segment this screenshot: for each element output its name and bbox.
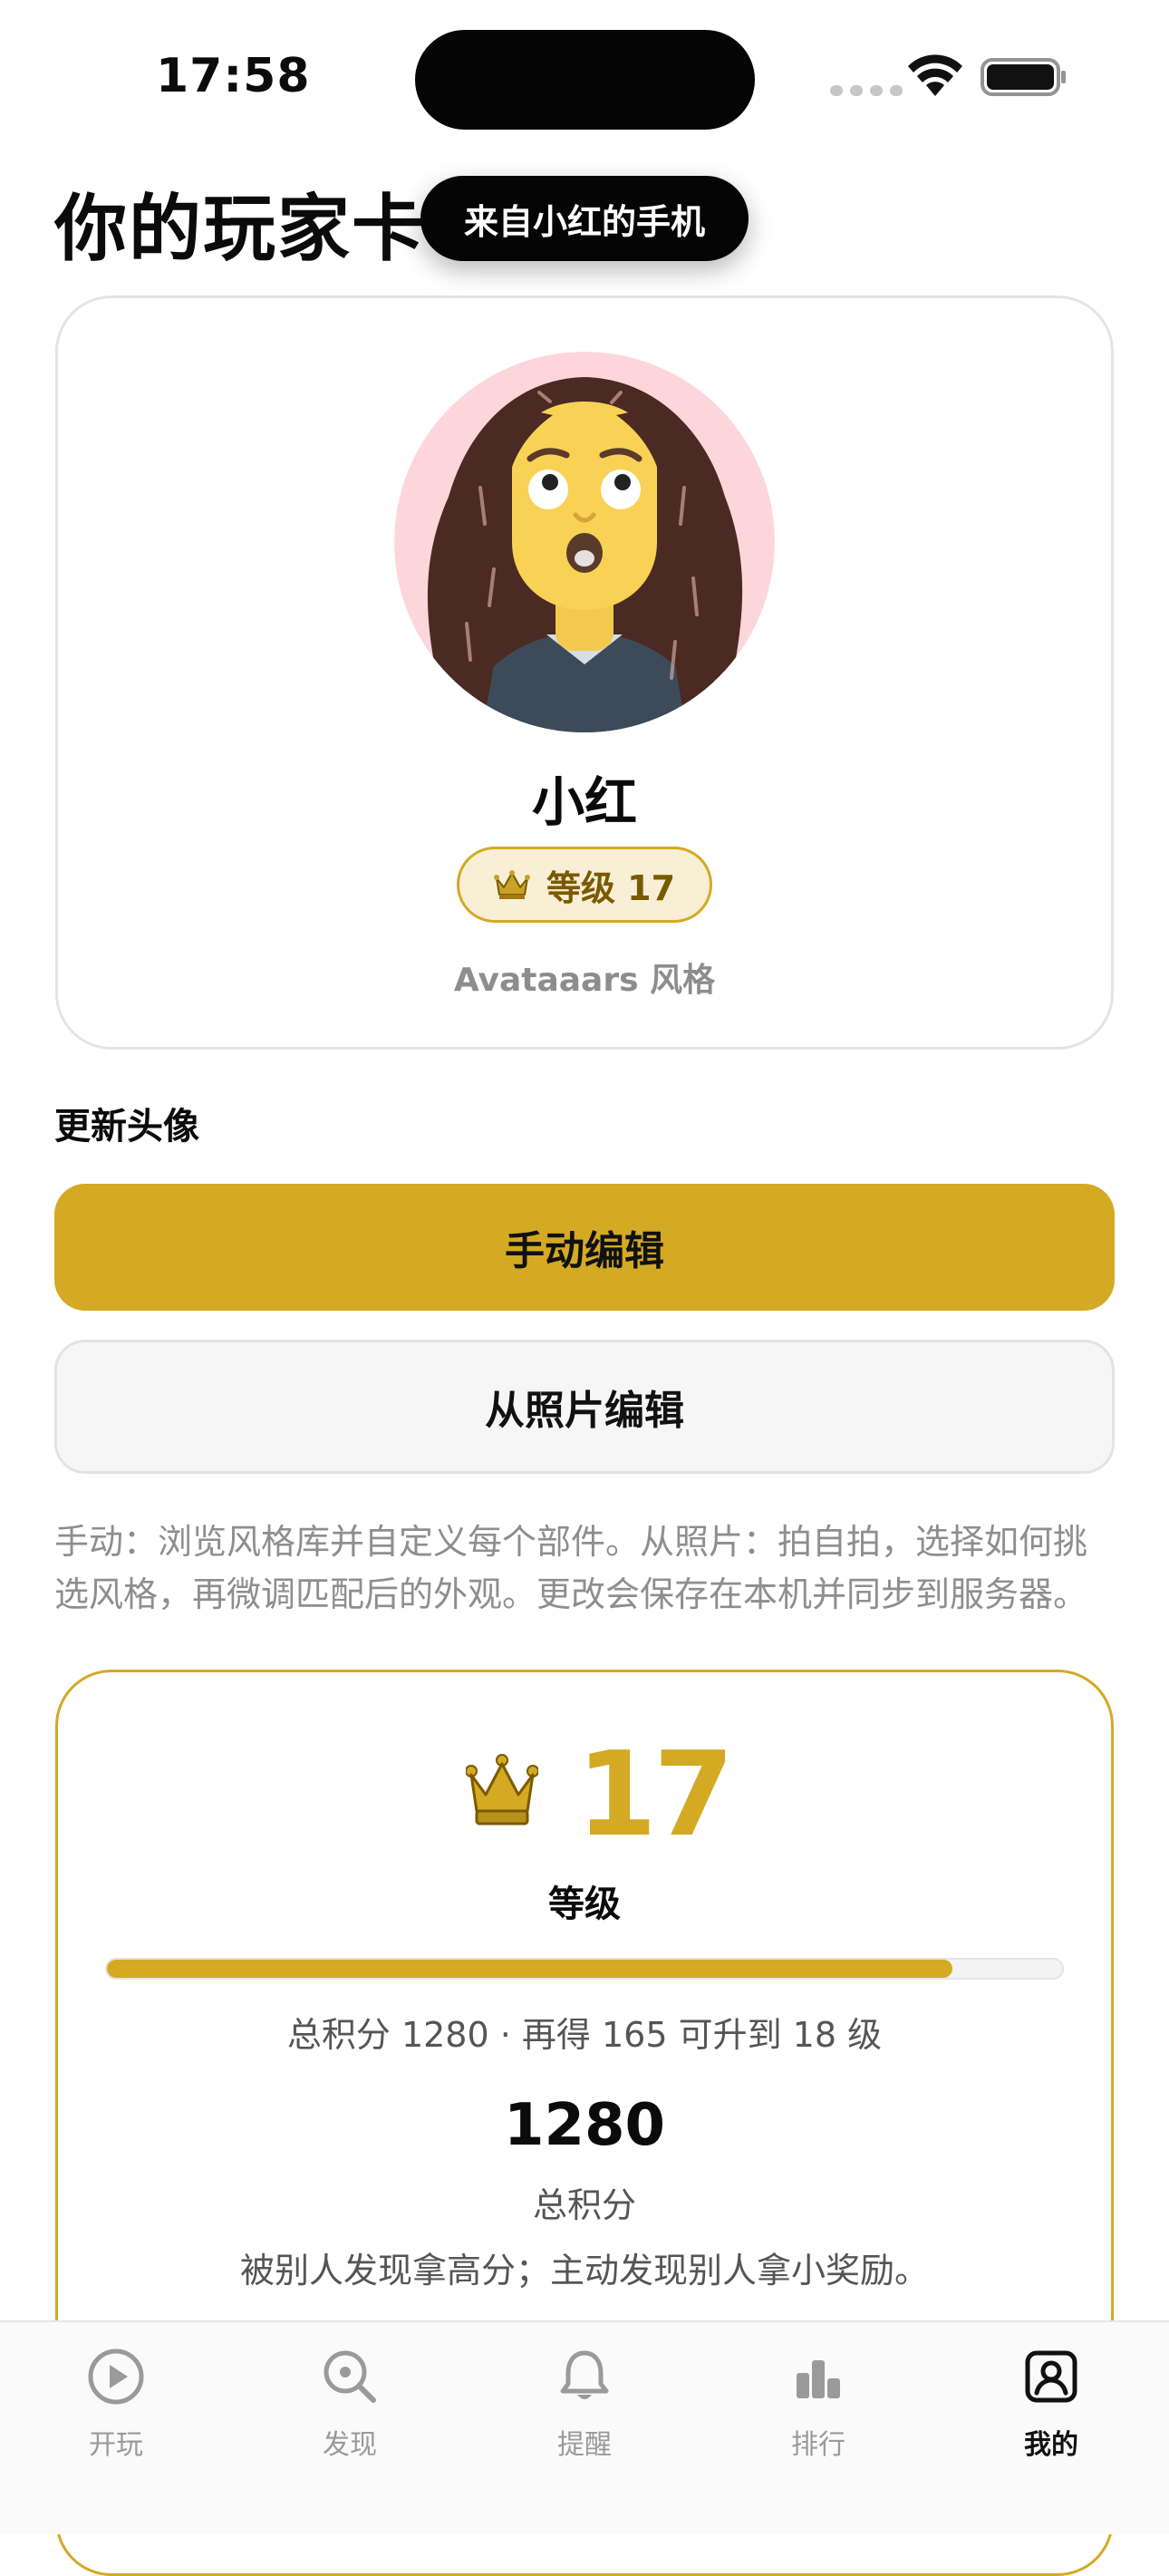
- level-badge: 等级 17: [457, 847, 712, 923]
- dynamic-island: [415, 30, 755, 130]
- tab-me[interactable]: 我的: [970, 2344, 1133, 2462]
- avatar-illustration: [394, 352, 775, 732]
- level-progress-text: 总积分 1280 · 再得 165 可升到 18 级: [286, 2015, 883, 2055]
- level-number: 17: [576, 1728, 734, 1863]
- battery-icon: [981, 58, 1066, 96]
- tab-label: 开玩: [89, 2429, 143, 2461]
- wifi-icon: [908, 54, 962, 96]
- edit-help-text: 手动：浏览风格库并自定义每个部件。从照片：拍自拍，选择如何挑选风格，再微调匹配后…: [54, 1522, 1088, 1614]
- play-circle-icon: [83, 2344, 149, 2409]
- avatar-style-label: Avataaars 风格: [453, 962, 716, 999]
- status-time: 17:58: [156, 49, 311, 103]
- search-icon: [317, 2344, 382, 2409]
- avatar: [394, 352, 775, 732]
- update-avatar-heading: 更新头像: [54, 1106, 199, 1148]
- level-progress-fill: [107, 1960, 952, 1978]
- tab-label: 提醒: [557, 2429, 612, 2461]
- bar-chart-icon: [786, 2344, 851, 2409]
- tab-play[interactable]: 开玩: [34, 2344, 198, 2462]
- total-points-number: 1280: [503, 2092, 666, 2159]
- level-caption: 等级: [548, 1884, 621, 1925]
- tab-ranking[interactable]: 排行: [737, 2344, 900, 2462]
- points-note: 被别人发现拿高分；主动发现别人拿小奖励。: [239, 2251, 929, 2290]
- level-progress-bar: [105, 1958, 1064, 1980]
- page-title: 你的玩家卡: [54, 187, 426, 271]
- tab-label: 我的: [1024, 2429, 1078, 2461]
- tab-label: 发现: [323, 2429, 377, 2461]
- device-badge: 来自小红的手机: [420, 176, 749, 261]
- profile-icon: [1019, 2344, 1084, 2409]
- photo-edit-button[interactable]: 从照片编辑: [54, 1340, 1115, 1474]
- manual-edit-button[interactable]: 手动编辑: [54, 1184, 1115, 1311]
- tab-label: 排行: [791, 2429, 845, 2461]
- total-points-caption: 总积分: [532, 2185, 636, 2225]
- crown-icon: [466, 1754, 538, 1825]
- crown-icon: [493, 870, 530, 899]
- level-badge-label: 等级 17: [546, 867, 676, 908]
- bell-icon: [552, 2344, 617, 2409]
- tab-discover[interactable]: 发现: [268, 2344, 431, 2462]
- cellular-signal-icon: [830, 85, 903, 96]
- tab-alerts[interactable]: 提醒: [503, 2344, 666, 2462]
- player-name: 小红: [531, 771, 637, 833]
